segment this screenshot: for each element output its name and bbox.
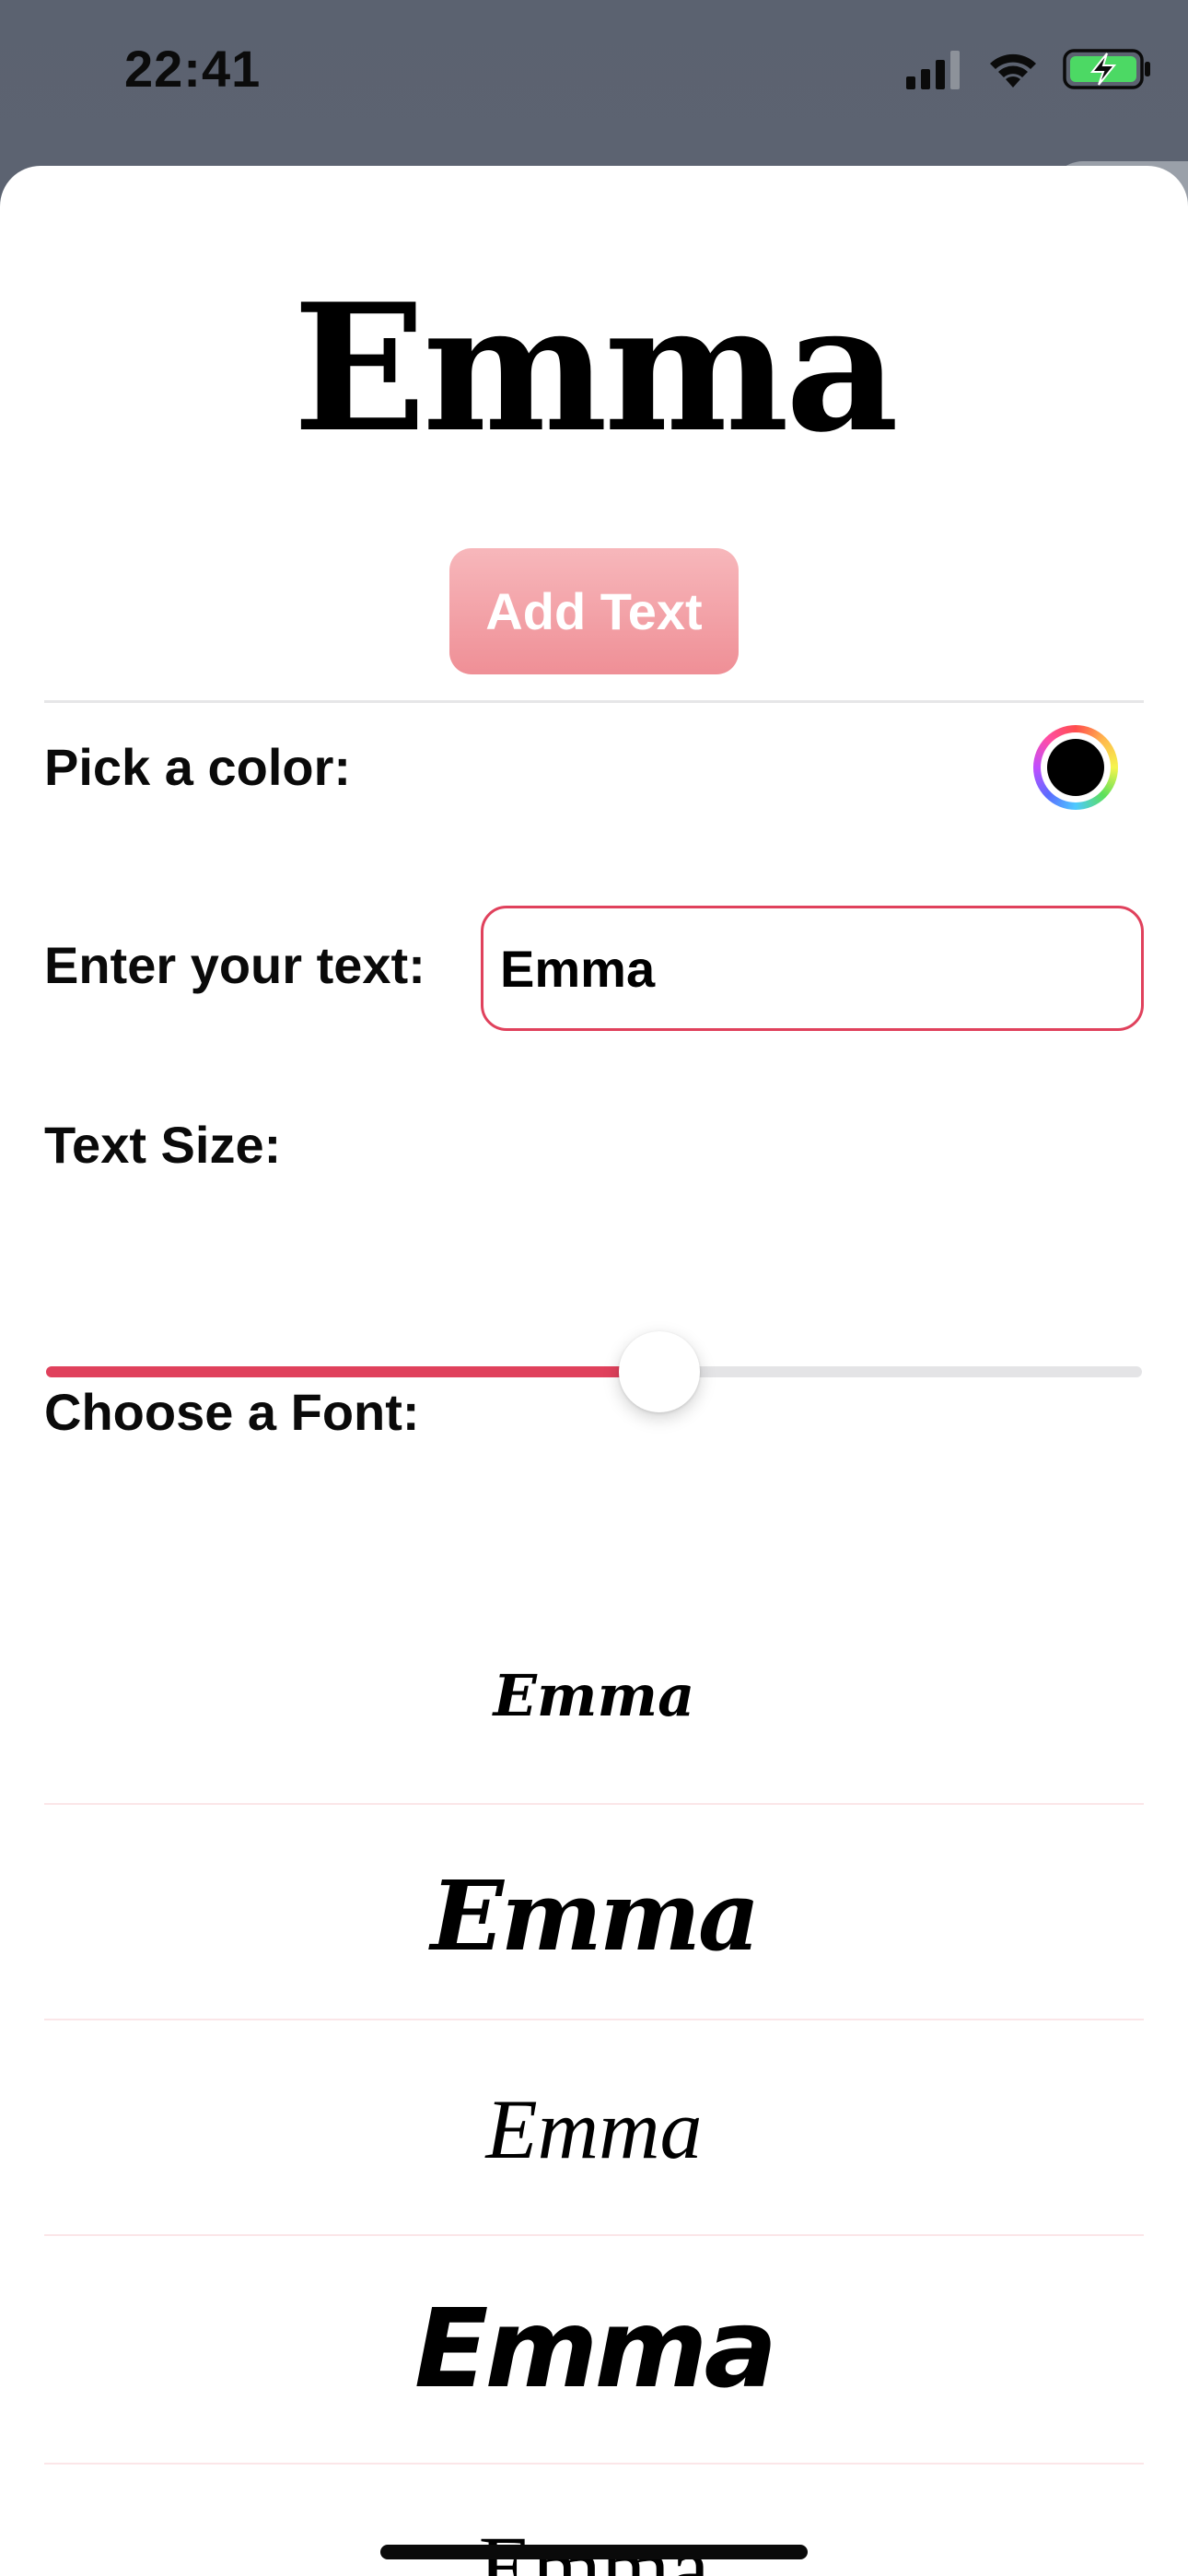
font-separator (44, 1803, 1144, 1805)
font-option-handwritten[interactable]: Emma (44, 2087, 1144, 2172)
font-option-brush-italic[interactable]: Emma (44, 2294, 1144, 2403)
color-picker-button[interactable] (1033, 725, 1118, 810)
slider-fill (46, 1366, 660, 1377)
editor-sheet: Emma Add Text Pick a color: Enter your t… (0, 166, 1188, 2576)
font-separator (44, 2019, 1144, 2020)
battery-charging-icon (1063, 48, 1153, 95)
font-option-script-bold[interactable]: Emma (44, 1868, 1144, 1964)
slider-thumb[interactable] (619, 1331, 701, 1412)
status-time: 22:41 (124, 40, 262, 98)
choose-font-label: Choose a Font: (44, 1383, 420, 1441)
enter-text-label: Enter your text: (44, 936, 425, 994)
font-separator (44, 2234, 1144, 2236)
signal-icon (904, 49, 963, 94)
pick-color-label: Pick a color: (44, 738, 352, 796)
selected-color-dot (1047, 739, 1104, 796)
home-indicator (380, 2545, 808, 2559)
divider (44, 700, 1144, 703)
add-text-button[interactable]: Add Text (449, 548, 739, 674)
status-icons (904, 48, 1153, 94)
status-bar: 22:41 (0, 0, 1188, 166)
font-separator (44, 2463, 1144, 2465)
text-preview: Emma (292, 265, 899, 471)
font-option-script-thin[interactable]: Emma (44, 1668, 1144, 1725)
text-input[interactable] (481, 906, 1144, 1031)
color-wheel-ring (1041, 732, 1111, 802)
text-size-label: Text Size: (44, 1116, 282, 1174)
wifi-icon (985, 49, 1041, 94)
